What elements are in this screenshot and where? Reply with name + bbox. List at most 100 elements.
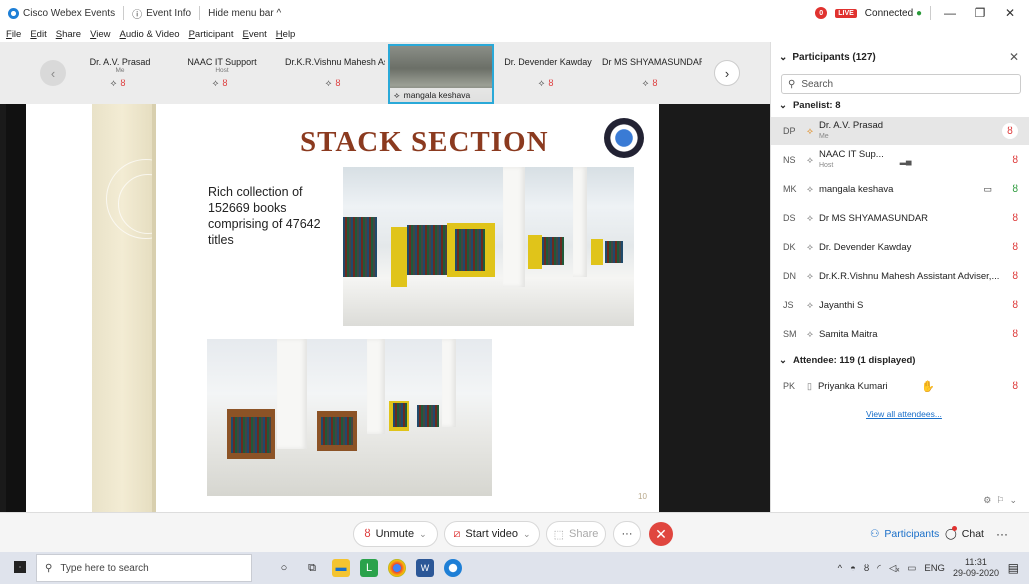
file-explorer-icon[interactable]: ▬: [332, 559, 350, 577]
panelist-row[interactable]: MK ⟡ mangala keshava ▭ ȣ: [771, 175, 1029, 203]
chevron-down-icon: ⌄: [779, 100, 787, 111]
muted-mic-icon[interactable]: ȣ: [1012, 213, 1018, 224]
chevron-down-icon: ⌄: [523, 528, 531, 539]
menu-view[interactable]: View: [90, 29, 110, 40]
app-title: Cisco Webex Events: [0, 0, 123, 26]
volume-icon[interactable]: ◁ₓ: [889, 563, 899, 574]
panelist-row[interactable]: DN ⟡ Dr.K.R.Vishnu Mahesh Assistant Advi…: [771, 262, 1029, 290]
strip-prev-button[interactable]: ‹: [40, 60, 66, 86]
panelist-row[interactable]: NS ⟡ NAAC IT Sup... Host ▂▄ ȣ: [771, 146, 1029, 174]
panel-more-button[interactable]: ···: [996, 521, 1008, 547]
raised-hand-icon: ✋: [921, 380, 935, 393]
participant-search-input[interactable]: ⚲ Search: [781, 74, 1021, 94]
close-icon[interactable]: ✕: [999, 6, 1021, 20]
webex-logo-icon: [8, 7, 19, 19]
library-photo-2: [207, 339, 492, 496]
audio-icon: ⟡: [394, 89, 400, 100]
live-badge: LIVE: [835, 8, 857, 18]
event-info-button[interactable]: ⓘ Event Info: [124, 0, 199, 26]
slide-title: STACK SECTION: [300, 126, 549, 158]
muted-mic-icon[interactable]: ȣ: [1012, 329, 1018, 340]
more-options-button[interactable]: ···: [613, 521, 641, 547]
language-indicator[interactable]: ENG: [924, 563, 945, 574]
chevron-down-icon: ⌄: [779, 355, 787, 366]
library-photo-1: [343, 167, 634, 326]
strip-tile[interactable]: Dr. Devender Kawday ⟡ȣ: [498, 44, 598, 102]
tile-audio-icons: ⟡ȣ: [110, 78, 130, 88]
muted-mic-icon[interactable]: ȣ: [1012, 381, 1018, 392]
muted-mic-icon[interactable]: ȣ: [1012, 271, 1018, 282]
chevron-up-icon[interactable]: ^: [838, 563, 842, 574]
share-button[interactable]: ⬚ Share: [546, 521, 606, 547]
webex-taskbar-icon[interactable]: [444, 559, 462, 577]
mic-icon[interactable]: ȣ: [864, 563, 869, 574]
chat-button[interactable]: ◯ Chat: [945, 521, 984, 547]
strip-tile[interactable]: Dr.K.R.Vishnu Mahesh As... ⟡ȣ: [283, 44, 387, 102]
task-view-icon[interactable]: ⧉: [303, 559, 321, 577]
menu-share[interactable]: Share: [56, 29, 81, 40]
menu-help[interactable]: Help: [276, 29, 296, 40]
chevron-down-icon: ⌄: [1009, 495, 1017, 505]
slide-page-number: 10: [638, 492, 647, 501]
notification-badge[interactable]: 0: [815, 7, 828, 19]
panelist-section-header[interactable]: ⌄ Panelist: 8: [779, 100, 841, 111]
view-all-attendees-link[interactable]: View all attendees...: [866, 409, 942, 419]
participants-panel-header[interactable]: ⌄ Participants (127): [771, 42, 1029, 72]
menu-file[interactable]: File: [6, 29, 21, 40]
tile-audio-icons: ⟡ȣ: [642, 78, 662, 88]
wifi-icon[interactable]: ◜: [877, 563, 881, 574]
start-video-button[interactable]: ⧄ Start video ⌄: [444, 521, 540, 547]
mic-active-icon[interactable]: ȣ: [1012, 184, 1018, 195]
panelist-row[interactable]: SM ⟡ Samita Maitra ȣ: [771, 320, 1029, 348]
participants-button[interactable]: ⚇ Participants: [870, 521, 939, 547]
avatar: NS: [783, 155, 796, 165]
strip-tile[interactable]: Dr. A.V. Prasad Me ⟡ȣ: [70, 44, 170, 102]
close-icon: ✕: [655, 525, 667, 542]
word-icon[interactable]: W: [416, 559, 434, 577]
strip-tile[interactable]: NAAC IT Support Host ⟡ȣ: [172, 44, 272, 102]
menu-audio-video[interactable]: Audio & Video: [120, 29, 180, 40]
notifications-icon[interactable]: ▤: [1008, 561, 1019, 575]
menu-edit[interactable]: Edit: [30, 29, 46, 40]
attendee-row[interactable]: PK ▯ Priyanka Kumari ✋ ȣ: [771, 372, 1029, 400]
window-controls: 0 LIVE Connected ● — ❐ ✕: [815, 0, 1029, 26]
strip-next-button[interactable]: ›: [714, 60, 740, 86]
panelist-row[interactable]: JS ⟡ Jayanthi S ȣ: [771, 291, 1029, 319]
video-off-icon: ⧄: [453, 527, 461, 540]
close-panel-icon[interactable]: ✕: [1009, 50, 1019, 64]
attendee-section-header[interactable]: ⌄ Attendee: 119 (1 displayed): [779, 355, 915, 366]
unmute-button[interactable]: ȣ Unmute ⌄: [353, 521, 438, 547]
restore-icon[interactable]: ❐: [969, 6, 991, 20]
minimize-icon[interactable]: —: [939, 6, 961, 20]
settings-icon[interactable]: ⚙: [983, 495, 991, 506]
panel-footer-tools[interactable]: ⚙ ⚐ ⌄: [983, 495, 1017, 506]
cortana-icon[interactable]: ○: [275, 559, 293, 577]
muted-mic-icon[interactable]: ȣ: [1012, 242, 1018, 253]
network-icon[interactable]: ◓: [850, 563, 856, 574]
green-app-icon[interactable]: L: [360, 559, 378, 577]
taskbar-search-input[interactable]: ⚲ Type here to search: [36, 554, 252, 582]
phone-icon: ▯: [807, 380, 812, 391]
headset-icon: ⟡: [807, 299, 813, 310]
search-icon: ⚲: [45, 562, 53, 574]
panelist-row[interactable]: DP ⟡ Dr. A.V. Prasad Me ȣ: [771, 117, 1029, 145]
active-video-tile[interactable]: ⟡ mangala keshava: [388, 44, 494, 104]
muted-mic-icon[interactable]: ȣ: [1002, 123, 1018, 139]
menu-event[interactable]: Event: [242, 29, 266, 40]
panelist-row[interactable]: DK ⟡ Dr. Devender Kawday ȣ: [771, 233, 1029, 261]
panelist-row[interactable]: DS ⟡ Dr MS SHYAMASUNDAR ȣ: [771, 204, 1029, 232]
windows-start-icon[interactable]: [14, 561, 26, 573]
strip-tile[interactable]: Dr MS SHYAMASUNDAR ⟡ȣ: [602, 44, 702, 102]
battery-icon[interactable]: ▭: [907, 563, 916, 574]
menu-participant[interactable]: Participant: [189, 29, 234, 40]
windows-taskbar: ⚲ Type here to search ○ ⧉ ▬ L W ^ ◓ ȣ ◜ ◁…: [0, 552, 1029, 584]
muted-mic-icon[interactable]: ȣ: [1012, 300, 1018, 311]
muted-mic-icon[interactable]: ȣ: [1012, 155, 1018, 166]
connection-status[interactable]: Connected ●: [865, 8, 922, 19]
leave-meeting-button[interactable]: ✕: [649, 522, 673, 546]
clock[interactable]: 11:31 29-09-2020: [953, 557, 999, 579]
flag-icon[interactable]: ⚐: [996, 495, 1004, 506]
chrome-icon[interactable]: [388, 559, 406, 577]
share-icon: ⬚: [553, 528, 565, 541]
hide-menu-bar-button[interactable]: Hide menu bar ^: [200, 0, 289, 26]
